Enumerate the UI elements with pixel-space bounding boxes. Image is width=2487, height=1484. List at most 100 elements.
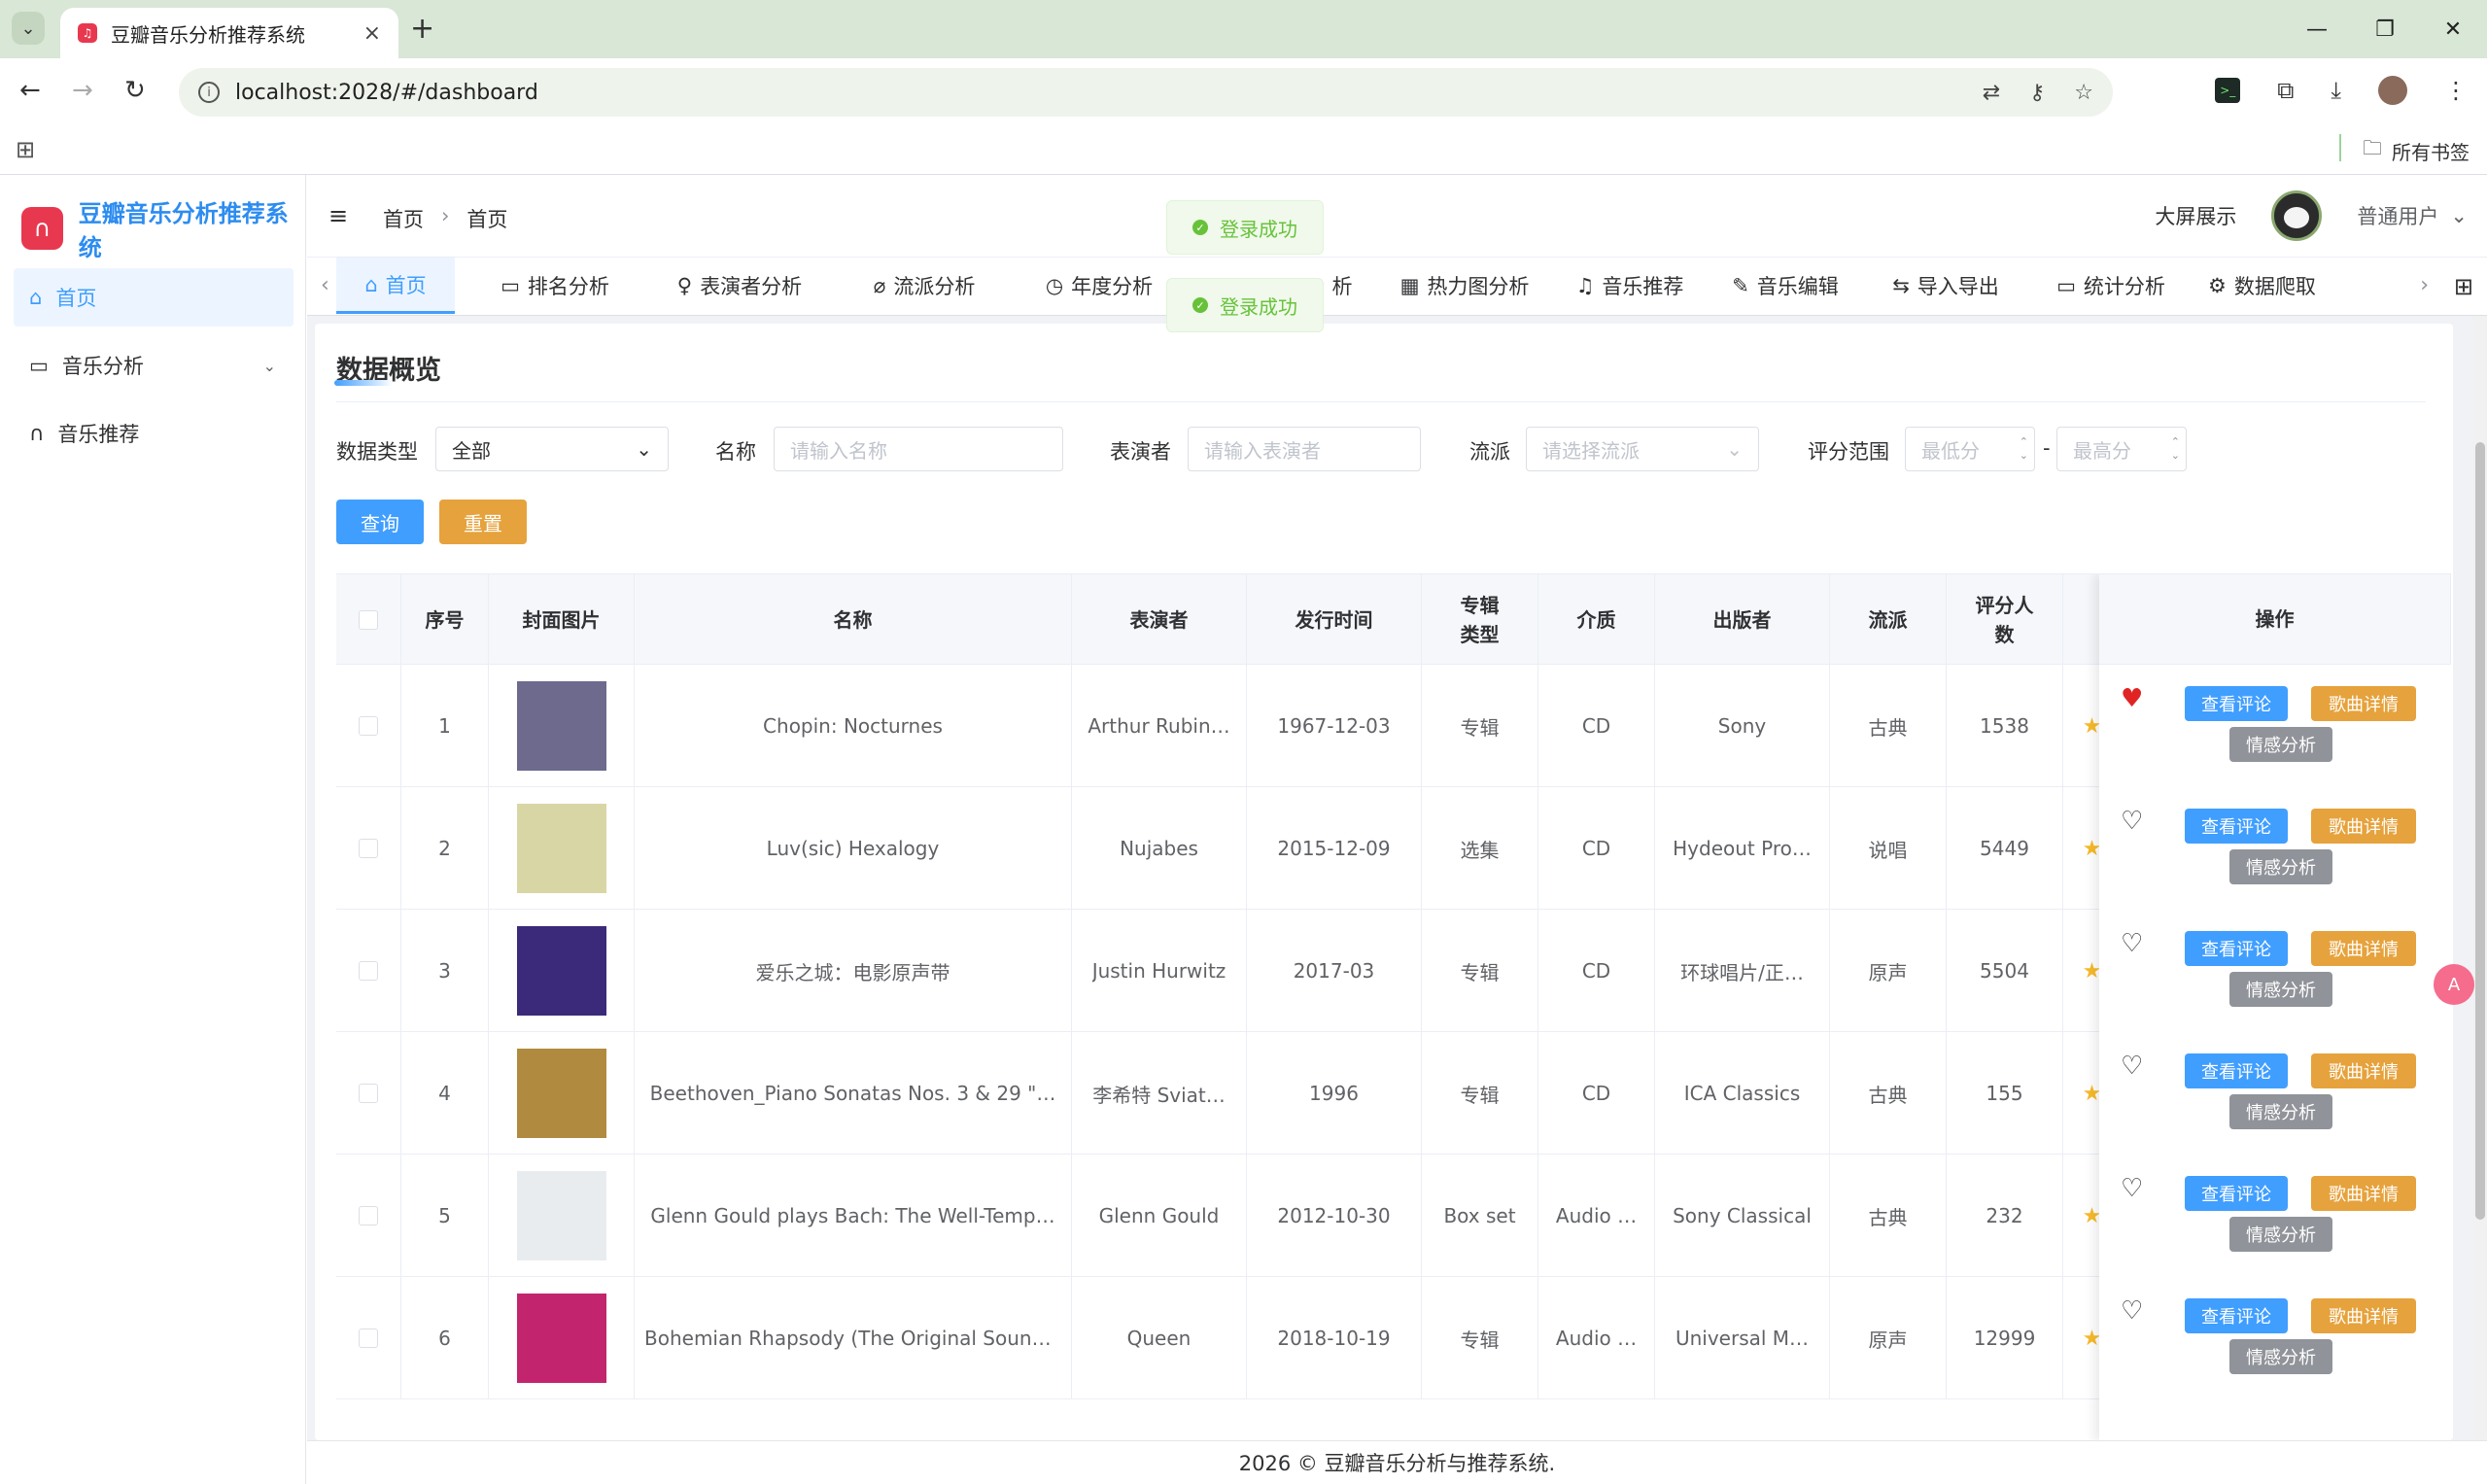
more-menu-icon[interactable]: ⋮ [2444,77,2468,104]
view-comments-button[interactable]: 查看评论 [2185,686,2288,721]
tag-statistics[interactable]: ▭ 统计分析 [2043,258,2179,314]
song-details-button[interactable]: 歌曲详情 [2311,809,2416,844]
table-cell: Audio … [1538,1277,1655,1399]
site-info-icon[interactable]: i [198,82,220,103]
download-icon[interactable]: ⤓ [2331,77,2341,104]
tag-hidden[interactable]: 析 [1318,258,1366,314]
view-comments-button[interactable]: 查看评论 [2185,1298,2288,1333]
like-heart-icon[interactable]: ♡ [2121,1174,2143,1203]
password-key-icon[interactable]: ⚷ [2029,81,2045,105]
row-checkbox[interactable] [359,716,378,736]
crawler-icon: ⚙ [2208,274,2227,297]
translate-float-icon[interactable]: A [2434,964,2474,1005]
cell-medium: Audio … [1555,1327,1638,1350]
query-button[interactable]: 查询 [336,500,424,544]
sentiment-analysis-button[interactable]: 情感分析 [2229,1339,2332,1374]
min-score-input[interactable]: 最低分 ⌃ ⌄ [1905,427,2035,471]
terminal-extension-icon[interactable]: >_ [2215,78,2241,103]
apps-grid-icon[interactable]: ⊞ [16,136,35,163]
row-checkbox[interactable] [359,1329,378,1348]
big-screen-link[interactable]: 大屏展示 [2155,201,2236,230]
scroll-right-icon[interactable]: › [2420,273,2429,297]
scroll-left-icon[interactable]: ‹ [321,273,329,297]
cell-album_type: 专辑 [1460,1083,1500,1107]
view-comments-button[interactable]: 查看评论 [2185,1176,2288,1211]
row-checkbox[interactable] [359,961,378,981]
number-stepper-icon[interactable]: ⌃ ⌄ [2171,435,2180,463]
tag-import-export[interactable]: ⇆ 导入导出 [1878,258,2014,314]
like-heart-icon[interactable]: ♡ [2121,1052,2143,1081]
app-favicon-icon: ♫ [78,23,97,43]
sentiment-analysis-button[interactable]: 情感分析 [2229,849,2332,884]
app-title: 豆瓣音乐分析推荐系统 [78,200,289,261]
type-select[interactable]: 全部 ⌄ [435,427,669,471]
like-heart-icon[interactable]: ♡ [2121,1296,2143,1326]
tag-performer[interactable]: ♀ 表演者分析 [657,258,822,314]
view-comments-button[interactable]: 查看评论 [2185,931,2288,966]
address-bar[interactable]: i localhost:2028/#/dashboard ⇄ ⚷ ☆ [179,68,2113,117]
menu-toggle-icon[interactable]: ≡ [328,202,348,229]
name-input[interactable]: 请输入名称 [774,427,1063,471]
restore-icon[interactable]: ❐ [2351,0,2419,58]
row-checkbox[interactable] [359,1206,378,1225]
forward-icon[interactable]: → [72,76,93,105]
song-details-button[interactable]: 歌曲详情 [2311,686,2416,721]
close-window-icon[interactable]: ✕ [2419,0,2487,58]
tag-genre[interactable]: ⌀ 流派分析 [851,258,997,314]
row-checkbox[interactable] [359,839,378,858]
table-cell: 专辑 [1422,665,1538,787]
view-comments-button[interactable]: 查看评论 [2185,1053,2288,1088]
all-bookmarks-button[interactable]: 🗀 所有书签 [2363,134,2470,167]
scrollbar-thumb[interactable] [2475,442,2485,1220]
table-cell: CD [1538,665,1655,787]
sentiment-analysis-button[interactable]: 情感分析 [2229,727,2332,762]
number-stepper-icon[interactable]: ⌃ ⌄ [2020,435,2028,463]
sidebar-item-music-recommend[interactable]: ∩ 音乐推荐 [14,404,294,463]
bookmark-star-icon[interactable]: ☆ [2074,81,2093,105]
close-tab-icon[interactable]: × [363,21,381,46]
song-details-button[interactable]: 歌曲详情 [2311,931,2416,966]
page-scrollbar[interactable] [2473,316,2487,1440]
tag-ranking[interactable]: ▭ 排名分析 [482,258,628,314]
tag-edit[interactable]: ✎ 音乐编辑 [1722,258,1848,314]
tag-crawler[interactable]: ⚙ 数据爬取 [2208,258,2334,314]
app-logo[interactable]: ∩ 豆瓣音乐分析推荐系统 [21,194,305,262]
browser-tab[interactable]: ♫ 豆瓣音乐分析推荐系统 × [60,8,398,58]
genre-select[interactable]: 请选择流派 ⌄ [1526,427,1759,471]
user-dropdown[interactable]: 普通用户 ⌄ [2357,201,2468,230]
sidebar-item-home[interactable]: ⌂ 首页 [14,268,294,327]
like-heart-icon[interactable]: ♡ [2121,807,2143,836]
song-details-button[interactable]: 歌曲详情 [2311,1053,2416,1088]
extensions-icon[interactable]: ⧉ [2277,77,2294,104]
performer-input[interactable]: 请输入表演者 [1188,427,1421,471]
row-checkbox[interactable] [359,1084,378,1103]
tab-search-button[interactable]: ⌄ [12,12,45,45]
tag-yearly[interactable]: ◷ 年度分析 [1026,258,1172,314]
max-score-input[interactable]: 最高分 ⌃ ⌄ [2056,427,2187,471]
reload-icon[interactable]: ↻ [124,76,146,105]
reset-button[interactable]: 重置 [439,500,527,544]
sentiment-analysis-button[interactable]: 情感分析 [2229,1094,2332,1129]
breadcrumb-item[interactable]: 首页 [383,204,424,233]
song-details-button[interactable]: 歌曲详情 [2311,1298,2416,1333]
back-icon[interactable]: ← [19,76,41,105]
avatar[interactable] [2271,190,2323,241]
col-header: 名称 [635,574,1072,665]
minimize-icon[interactable]: — [2283,0,2351,58]
tag-recommend[interactable]: ♫ 音乐推荐 [1567,258,1693,314]
tag-heatmap[interactable]: ▦ 热力图分析 [1392,258,1537,314]
sidebar-item-music-analysis[interactable]: ▭ 音乐分析 ⌄ [14,336,294,395]
translate-icon[interactable]: ⇄ [1983,81,2000,105]
like-heart-icon[interactable]: ♡ [2121,929,2143,958]
tag-home[interactable]: ⌂ 首页 [336,258,455,314]
sentiment-analysis-button[interactable]: 情感分析 [2229,972,2332,1007]
sentiment-analysis-button[interactable]: 情感分析 [2229,1217,2332,1252]
like-heart-icon[interactable]: ♥ [2121,684,2143,713]
all-bookmarks-label: 所有书签 [2392,140,2470,164]
select-all-checkbox[interactable] [359,609,378,630]
view-comments-button[interactable]: 查看评论 [2185,809,2288,844]
profile-avatar-icon[interactable] [2378,76,2407,105]
new-tab-button[interactable]: + [410,12,434,46]
tags-menu-icon[interactable]: ⊞ [2454,273,2473,300]
song-details-button[interactable]: 歌曲详情 [2311,1176,2416,1211]
